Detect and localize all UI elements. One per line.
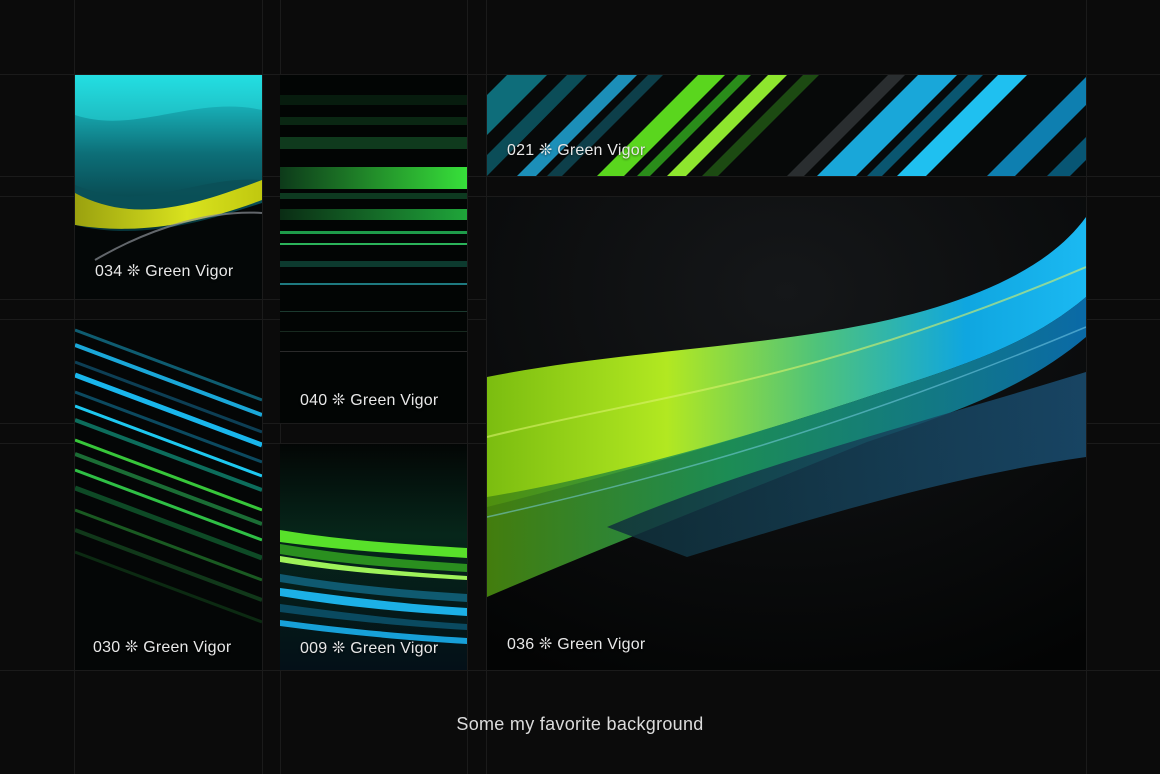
curved-stripes-artwork [280,444,467,670]
background-tile-036[interactable]: 036 ❊ Green Vigor [487,197,1086,670]
grid-line [1086,0,1087,774]
diagonal-lines-artwork [75,320,262,670]
tile-caption: 040 ❊ Green Vigor [300,392,439,409]
grid-line [0,670,1160,671]
background-tile-009[interactable]: 009 ❊ Green Vigor [280,444,467,670]
tile-caption: 034 ❊ Green Vigor [95,263,234,280]
grid-line [262,0,263,774]
background-tile-030[interactable]: 030 ❊ Green Vigor [75,320,262,670]
tile-caption: 009 ❊ Green Vigor [300,640,439,657]
background-tile-021[interactable]: 021 ❊ Green Vigor [487,75,1086,176]
tile-caption: 036 ❊ Green Vigor [507,636,646,653]
tile-caption: 030 ❊ Green Vigor [93,639,232,656]
stripes-artwork [280,75,467,423]
grid-line [467,0,468,774]
tile-caption: 021 ❊ Green Vigor [507,142,646,159]
ribbon-wave-artwork [487,197,1086,670]
background-tile-034[interactable]: 034 ❊ Green Vigor [75,75,262,299]
diagonal-stripes-artwork [487,75,1086,176]
background-tile-040[interactable]: 040 ❊ Green Vigor [280,75,467,423]
footer-text: Some my favorite background [456,714,704,734]
